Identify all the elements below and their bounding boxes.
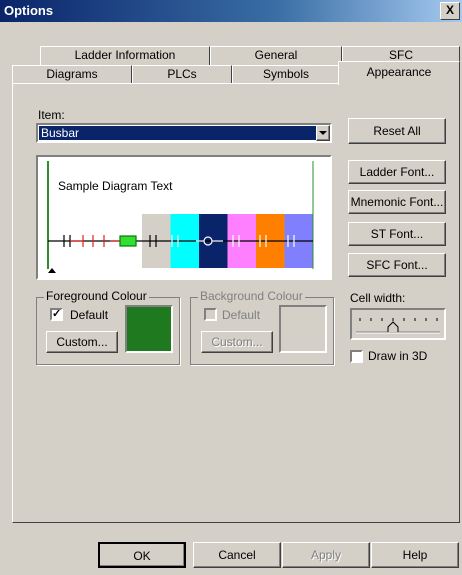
button-label: Cancel	[218, 548, 256, 562]
tab-diagrams[interactable]: Diagrams	[12, 65, 132, 84]
button-label: OK	[133, 549, 151, 563]
cancel-button[interactable]: Cancel	[193, 542, 281, 568]
tab-appearance[interactable]: Appearance	[338, 61, 460, 85]
diagram-preview: Sample Diagram Text	[36, 155, 332, 280]
button-label: Help	[402, 548, 428, 562]
button-label: Custom...	[56, 335, 108, 349]
button-label: Ladder Font...	[359, 165, 435, 179]
tab-ladder-information[interactable]: Ladder Information	[40, 46, 210, 65]
slider-thumb[interactable]	[387, 321, 399, 332]
tab-plcs[interactable]: PLCs	[132, 65, 232, 84]
apply-button[interactable]: Apply	[282, 542, 370, 568]
foreground-legend: Foreground Colour	[44, 289, 149, 303]
st-font-button[interactable]: ST Font...	[348, 222, 446, 246]
tab-label: Symbols	[262, 67, 309, 81]
tab-label: General	[254, 48, 298, 62]
help-button[interactable]: Help	[371, 542, 459, 568]
tab-label: PLCs	[167, 67, 197, 81]
tab-general[interactable]: General	[210, 46, 342, 65]
tab-label: Ladder Information	[74, 48, 176, 62]
tab-symbols[interactable]: Symbols	[232, 65, 340, 84]
close-icon: X	[445, 3, 454, 17]
tab-label: SFC	[389, 48, 413, 62]
check-icon: ✓	[52, 308, 62, 320]
foreground-custom-button[interactable]: Custom...	[46, 331, 118, 353]
foreground-default-label: Default	[70, 308, 109, 322]
chevron-down-icon	[319, 131, 327, 135]
button-label: Custom...	[211, 335, 263, 349]
item-label: Item:	[38, 108, 65, 122]
foreground-default-checkbox[interactable]: ✓	[50, 308, 63, 321]
slider-track	[356, 318, 440, 334]
preview-graphic	[47, 161, 314, 273]
close-button[interactable]: X	[440, 2, 460, 20]
button-label: Apply	[310, 548, 342, 562]
item-dropdown[interactable]: Busbar	[36, 123, 332, 143]
ladder-font-button[interactable]: Ladder Font...	[348, 160, 446, 184]
background-default-label: Default	[222, 308, 261, 322]
ok-button[interactable]: OK	[98, 542, 186, 568]
tab-label: Diagrams	[46, 67, 98, 81]
title-bar[interactable]: Options X	[0, 0, 462, 22]
tab-label: Appearance	[366, 65, 432, 79]
button-label: ST Font...	[370, 227, 424, 241]
button-label: Mnemonic Font...	[350, 195, 444, 209]
draw-3d-label: Draw in 3D	[368, 349, 428, 363]
cell-width-slider[interactable]	[350, 308, 446, 340]
foreground-colour-swatch[interactable]	[125, 305, 173, 353]
button-label: SFC Font...	[366, 258, 428, 272]
background-colour-swatch[interactable]	[279, 305, 327, 353]
draw-3d-checkbox[interactable]	[350, 350, 363, 363]
mnemonic-font-button[interactable]: Mnemonic Font...	[348, 190, 446, 214]
dropdown-arrow-button[interactable]	[316, 125, 330, 141]
cell-width-label: Cell width:	[350, 291, 406, 305]
reset-all-button[interactable]: Reset All	[348, 118, 446, 144]
preview-sample-text: Sample Diagram Text	[58, 179, 173, 193]
window-title: Options	[4, 3, 54, 18]
background-default-checkbox[interactable]	[204, 308, 217, 321]
cursor-marker-icon	[48, 268, 56, 273]
background-legend: Background Colour	[198, 289, 305, 303]
sfc-font-button[interactable]: SFC Font...	[348, 253, 446, 277]
button-label: Reset All	[373, 124, 421, 138]
item-dropdown-value: Busbar	[39, 126, 316, 140]
background-custom-button[interactable]: Custom...	[201, 331, 273, 353]
